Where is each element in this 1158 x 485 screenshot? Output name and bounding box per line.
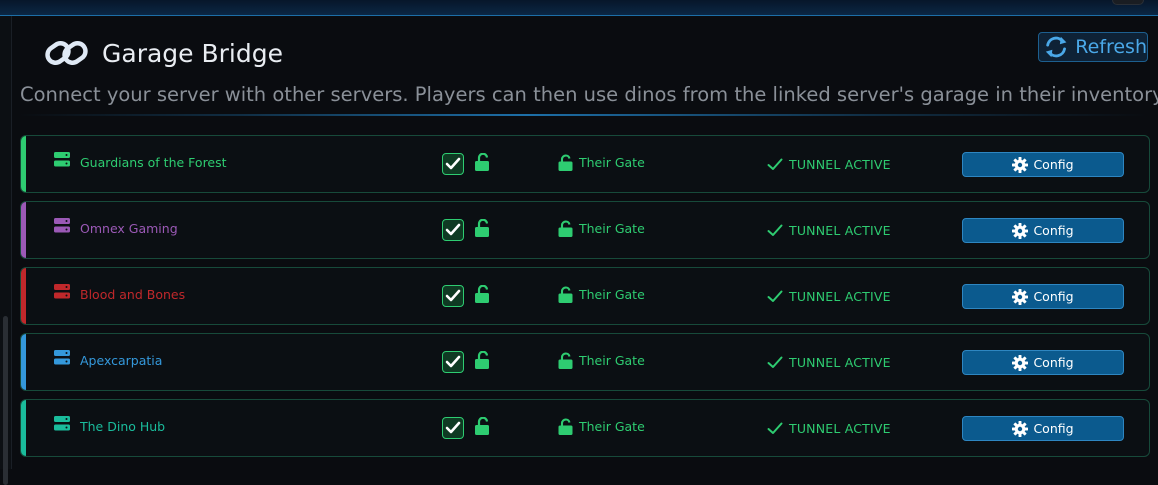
config-label: Config xyxy=(1033,421,1074,436)
their-gate: Their Gate xyxy=(558,220,645,237)
gate-label: Their Gate xyxy=(579,221,645,236)
refresh-label: Refresh xyxy=(1075,36,1147,58)
page-subtitle: Connect your server with other servers. … xyxy=(20,83,1158,106)
check-icon xyxy=(767,422,783,434)
server-name: Omnex Gaming xyxy=(80,221,178,236)
server-name: Blood and Bones xyxy=(80,287,186,302)
enabled-checkbox[interactable] xyxy=(442,285,464,307)
server-row-2: Omnex Gaming Their Gate TUNNEL ACTIVE Co… xyxy=(20,201,1150,259)
unlock-icon[interactable] xyxy=(474,285,490,303)
config-button[interactable]: Config xyxy=(962,152,1124,177)
tunnel-status-label: TUNNEL ACTIVE xyxy=(789,289,891,304)
tunnel-status: TUNNEL ACTIVE xyxy=(767,421,891,436)
gate-label: Their Gate xyxy=(579,353,645,368)
server-row-3: Blood and Bones Their Gate TUNNEL ACTIVE xyxy=(20,267,1150,325)
gate-unlock-icon xyxy=(558,220,573,237)
gate-label: Their Gate xyxy=(579,155,645,170)
server-color-stripe xyxy=(21,202,26,258)
server-row-5: The Dino Hub Their Gate TUNNEL ACTIVE Co… xyxy=(20,399,1150,457)
enabled-checkbox[interactable] xyxy=(442,351,464,373)
server-icon xyxy=(54,416,70,431)
config-label: Config xyxy=(1033,289,1074,304)
config-button[interactable]: Config xyxy=(962,284,1124,309)
unlock-icon[interactable] xyxy=(474,351,490,369)
gate-label: Their Gate xyxy=(579,419,645,434)
tunnel-status-label: TUNNEL ACTIVE xyxy=(789,355,891,370)
server-color-stripe xyxy=(21,136,26,192)
server-color-stripe xyxy=(21,334,26,390)
server-name: The Dino Hub xyxy=(80,419,166,434)
top-bar-handle[interactable] xyxy=(1112,0,1144,5)
server-icon xyxy=(54,152,70,167)
enabled-checkbox[interactable] xyxy=(442,417,464,439)
their-gate: Their Gate xyxy=(558,352,645,369)
server-icon xyxy=(54,284,70,299)
gear-icon xyxy=(1012,156,1029,173)
gear-icon xyxy=(1012,420,1029,437)
refresh-icon xyxy=(1045,36,1067,58)
server-icon xyxy=(54,350,70,365)
gear-icon xyxy=(1012,222,1029,239)
checkmark-icon xyxy=(445,223,461,236)
checkmark-icon xyxy=(445,421,461,434)
gear-icon xyxy=(1012,354,1029,371)
config-button[interactable]: Config xyxy=(962,416,1124,441)
server-color-stripe xyxy=(21,400,26,456)
tunnel-status-label: TUNNEL ACTIVE xyxy=(789,223,891,238)
config-label: Config xyxy=(1033,355,1074,370)
header-divider xyxy=(18,114,1148,116)
check-icon xyxy=(767,224,783,236)
tunnel-status: TUNNEL ACTIVE xyxy=(767,157,891,172)
check-icon xyxy=(767,356,783,368)
checkmark-icon xyxy=(445,355,461,368)
config-button[interactable]: Config xyxy=(962,218,1124,243)
checkmark-icon xyxy=(445,157,461,170)
checkmark-icon xyxy=(445,289,461,302)
tunnel-status: TUNNEL ACTIVE xyxy=(767,223,891,238)
server-list: Guardians of the Forest Their Gate TUNNE… xyxy=(20,135,1150,465)
enabled-checkbox[interactable] xyxy=(442,219,464,241)
server-row-1: Guardians of the Forest Their Gate TUNNE… xyxy=(20,135,1150,193)
config-label: Config xyxy=(1033,157,1074,172)
server-name: Apexcarpatia xyxy=(80,353,163,368)
gate-label: Their Gate xyxy=(579,287,645,302)
tunnel-status: TUNNEL ACTIVE xyxy=(767,355,891,370)
enabled-checkbox[interactable] xyxy=(442,153,464,175)
unlock-icon[interactable] xyxy=(474,153,490,171)
their-gate: Their Gate xyxy=(558,418,645,435)
tunnel-status-label: TUNNEL ACTIVE xyxy=(789,421,891,436)
config-label: Config xyxy=(1033,223,1074,238)
link-icon xyxy=(45,41,88,65)
their-gate: Their Gate xyxy=(558,154,645,171)
their-gate: Their Gate xyxy=(558,286,645,303)
unlock-icon[interactable] xyxy=(474,417,490,435)
gate-unlock-icon xyxy=(558,352,573,369)
server-row-4: Apexcarpatia Their Gate TUNNEL ACTIVE Co… xyxy=(20,333,1150,391)
check-icon xyxy=(767,158,783,170)
config-button[interactable]: Config xyxy=(962,350,1124,375)
gate-unlock-icon xyxy=(558,154,573,171)
gate-unlock-icon xyxy=(558,418,573,435)
check-icon xyxy=(767,290,783,302)
page-title: Garage Bridge xyxy=(102,39,283,68)
gate-unlock-icon xyxy=(558,286,573,303)
top-bar xyxy=(0,0,1158,16)
server-color-stripe xyxy=(21,268,26,324)
gear-icon xyxy=(1012,288,1029,305)
tunnel-status-label: TUNNEL ACTIVE xyxy=(789,157,891,172)
refresh-button[interactable]: Refresh xyxy=(1038,32,1148,62)
server-icon xyxy=(54,218,70,233)
server-name: Guardians of the Forest xyxy=(80,155,227,170)
tunnel-status: TUNNEL ACTIVE xyxy=(767,289,891,304)
left-sidebar-rail xyxy=(0,16,12,485)
left-scrollbar[interactable] xyxy=(3,316,8,485)
unlock-icon[interactable] xyxy=(474,219,490,237)
page-header: Garage Bridge Connect your server with o… xyxy=(18,16,1158,116)
